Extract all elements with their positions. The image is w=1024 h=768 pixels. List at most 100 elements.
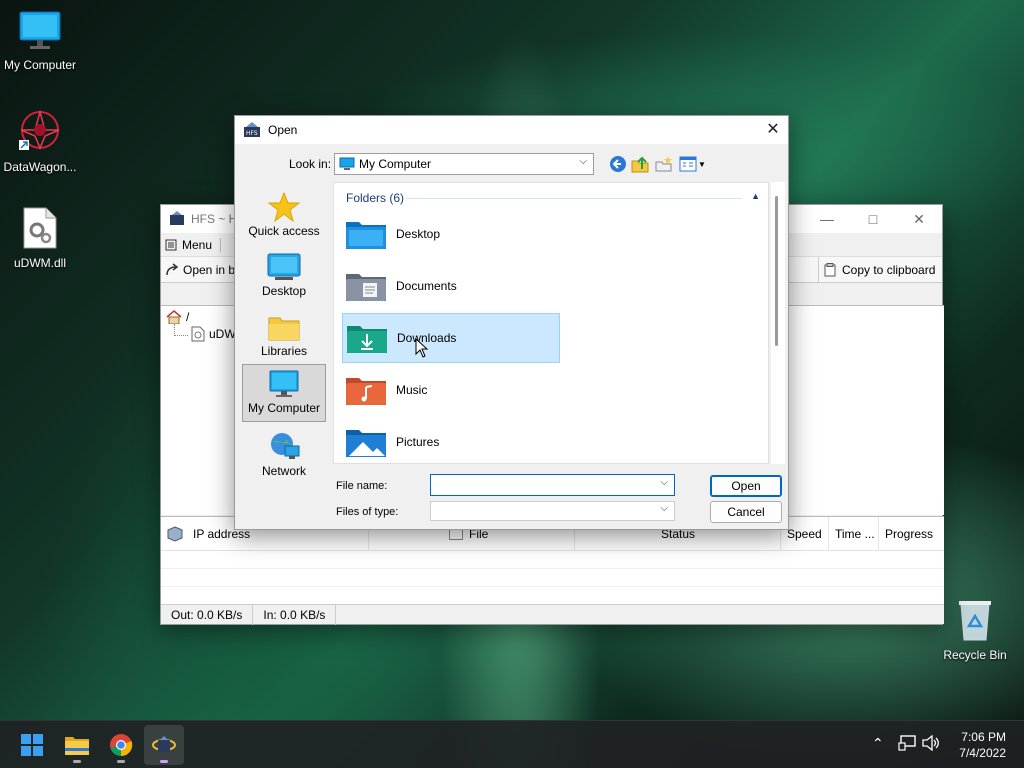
- close-button[interactable]: ✕: [758, 116, 788, 144]
- folder-item-downloads[interactable]: Downloads: [342, 313, 560, 363]
- grid-row: [161, 551, 944, 569]
- files-of-type-label: Files of type:: [336, 506, 399, 518]
- tray-overflow-button[interactable]: ⌃: [872, 735, 884, 752]
- open-button[interactable]: Open: [710, 475, 782, 497]
- tree-item[interactable]: uDW: [191, 326, 236, 342]
- back-button[interactable]: [609, 155, 627, 173]
- up-folder-button[interactable]: [631, 155, 649, 173]
- recycle-bin-icon: [959, 601, 991, 641]
- running-indicator: [73, 760, 81, 763]
- hfs-status-bar: Out: 0.0 KB/s In: 0.0 KB/s: [161, 604, 944, 625]
- dialog-title-bar[interactable]: HFS Open ✕: [235, 116, 788, 144]
- clock-time: 7:06 PM: [961, 730, 1006, 744]
- folder-list-scrollbar[interactable]: [771, 182, 785, 464]
- scrollbar-thumb[interactable]: [775, 196, 778, 346]
- folder-item-desktop[interactable]: Desktop: [342, 209, 560, 259]
- copy-to-clipboard-button[interactable]: Copy to clipboard: [818, 256, 936, 283]
- place-network[interactable]: Network: [242, 428, 326, 486]
- start-icon: [21, 734, 43, 756]
- close-button[interactable]: ✕: [896, 205, 942, 233]
- look-in-combo[interactable]: My Computer ⌵: [334, 153, 594, 175]
- file-name-input[interactable]: ⌵: [430, 474, 675, 496]
- place-label: Libraries: [260, 344, 308, 358]
- files-of-type-select[interactable]: ⌵: [430, 501, 675, 521]
- status-out: Out: 0.0 KB/s: [161, 604, 254, 625]
- dialog-title: Open: [268, 123, 298, 137]
- menu-label: Menu: [182, 237, 213, 252]
- file-name-label: File name:: [336, 480, 388, 492]
- monitor-icon: [19, 11, 61, 49]
- folder-label: Pictures: [396, 435, 440, 449]
- place-desktop[interactable]: Desktop: [242, 248, 326, 306]
- clipboard-icon: [824, 262, 836, 276]
- desktop-icon-datawagon[interactable]: DataWagon...: [0, 108, 80, 174]
- datawagon-icon: [19, 109, 60, 150]
- new-folder-icon: [655, 156, 672, 172]
- chevron-up-icon: ⌃: [872, 735, 884, 751]
- open-in-browser-button[interactable]: Open in b: [165, 263, 235, 277]
- taskbar-clock[interactable]: 7:06 PM 7/4/2022: [936, 729, 1006, 761]
- network-status-icon: [898, 735, 916, 751]
- taskbar-hfs[interactable]: [144, 725, 184, 765]
- open-in-browser-label: Open in b: [183, 262, 236, 277]
- group-divider: [406, 198, 742, 199]
- places-bar: Quick access Desktop Libraries My Comput…: [242, 182, 328, 482]
- running-indicator: [117, 760, 125, 763]
- column-time[interactable]: Time ...: [829, 516, 879, 551]
- cancel-button[interactable]: Cancel: [710, 501, 782, 523]
- taskbar-chrome[interactable]: [101, 725, 141, 765]
- desktop-icon-recycle-bin[interactable]: Recycle Bin: [935, 598, 1015, 662]
- network-tray-button[interactable]: [898, 735, 916, 754]
- place-libraries[interactable]: Libraries: [242, 308, 326, 366]
- music-folder-icon: [346, 378, 386, 405]
- desktop-folder-icon: [346, 222, 386, 249]
- start-button[interactable]: [12, 725, 52, 765]
- tree-root-label: /: [186, 310, 190, 324]
- home-icon: [166, 310, 182, 324]
- pictures-folder-icon: [346, 430, 386, 457]
- place-label: My Computer: [247, 401, 321, 415]
- menu-button[interactable]: Menu: [165, 237, 222, 252]
- file-icon: [191, 326, 205, 342]
- column-progress[interactable]: Progress: [879, 517, 942, 551]
- taskbar-file-explorer[interactable]: [57, 725, 97, 765]
- desktop-icon-label: My Computer: [3, 58, 77, 72]
- folder-item-music[interactable]: Music: [342, 365, 560, 415]
- file-explorer-icon: [65, 737, 89, 755]
- view-menu-button[interactable]: ▼: [679, 155, 707, 173]
- hfs-logo-icon: HFS: [244, 122, 260, 137]
- star-icon: [267, 192, 301, 222]
- place-label: Network: [261, 464, 306, 478]
- folder-item-documents[interactable]: Documents: [342, 261, 560, 311]
- desktop-icon-my-computer[interactable]: My Computer: [0, 10, 80, 72]
- place-quick-access[interactable]: Quick access: [242, 188, 326, 246]
- tree-line: [174, 324, 188, 336]
- desktop-icon-label: Recycle Bin: [943, 648, 1007, 662]
- folder-list[interactable]: Folders (6) ▲ Desktop Documents Download…: [333, 182, 769, 464]
- folder-label: Documents: [396, 279, 457, 293]
- new-folder-button[interactable]: [655, 155, 673, 173]
- up-folder-icon: [631, 156, 649, 173]
- minimize-button[interactable]: —: [804, 205, 850, 233]
- chevron-up-icon[interactable]: ▲: [751, 191, 760, 201]
- tree-item-label: uDW: [209, 327, 236, 341]
- tree-root[interactable]: /: [166, 310, 189, 324]
- hfs-icon: [152, 736, 176, 752]
- running-indicator: [160, 760, 168, 763]
- taskbar: ⌃ 7:06 PM 7/4/2022: [0, 720, 1024, 768]
- group-header[interactable]: Folders (6): [346, 191, 404, 205]
- folder-label: Desktop: [396, 227, 441, 241]
- place-label: Desktop: [261, 284, 307, 298]
- look-in-label: Look in:: [289, 157, 332, 171]
- open-dialog[interactable]: HFS Open ✕ Look in: My Computer ⌵ ▼ Quic…: [234, 115, 789, 530]
- place-my-computer[interactable]: My Computer: [242, 364, 326, 422]
- maximize-button[interactable]: □: [850, 205, 896, 233]
- folder-item-pictures[interactable]: Pictures: [342, 417, 560, 463]
- folder-label: Music: [396, 383, 428, 397]
- hfs-title: HFS ~ H: [191, 212, 238, 226]
- desktop-icon-udwm[interactable]: uDWM.dll: [0, 206, 80, 270]
- monitor-icon: [339, 157, 355, 170]
- desktop-icon-label: DataWagon...: [3, 160, 77, 174]
- copy-to-clipboard-label: Copy to clipboard: [842, 262, 936, 277]
- status-in: In: 0.0 KB/s: [253, 604, 337, 625]
